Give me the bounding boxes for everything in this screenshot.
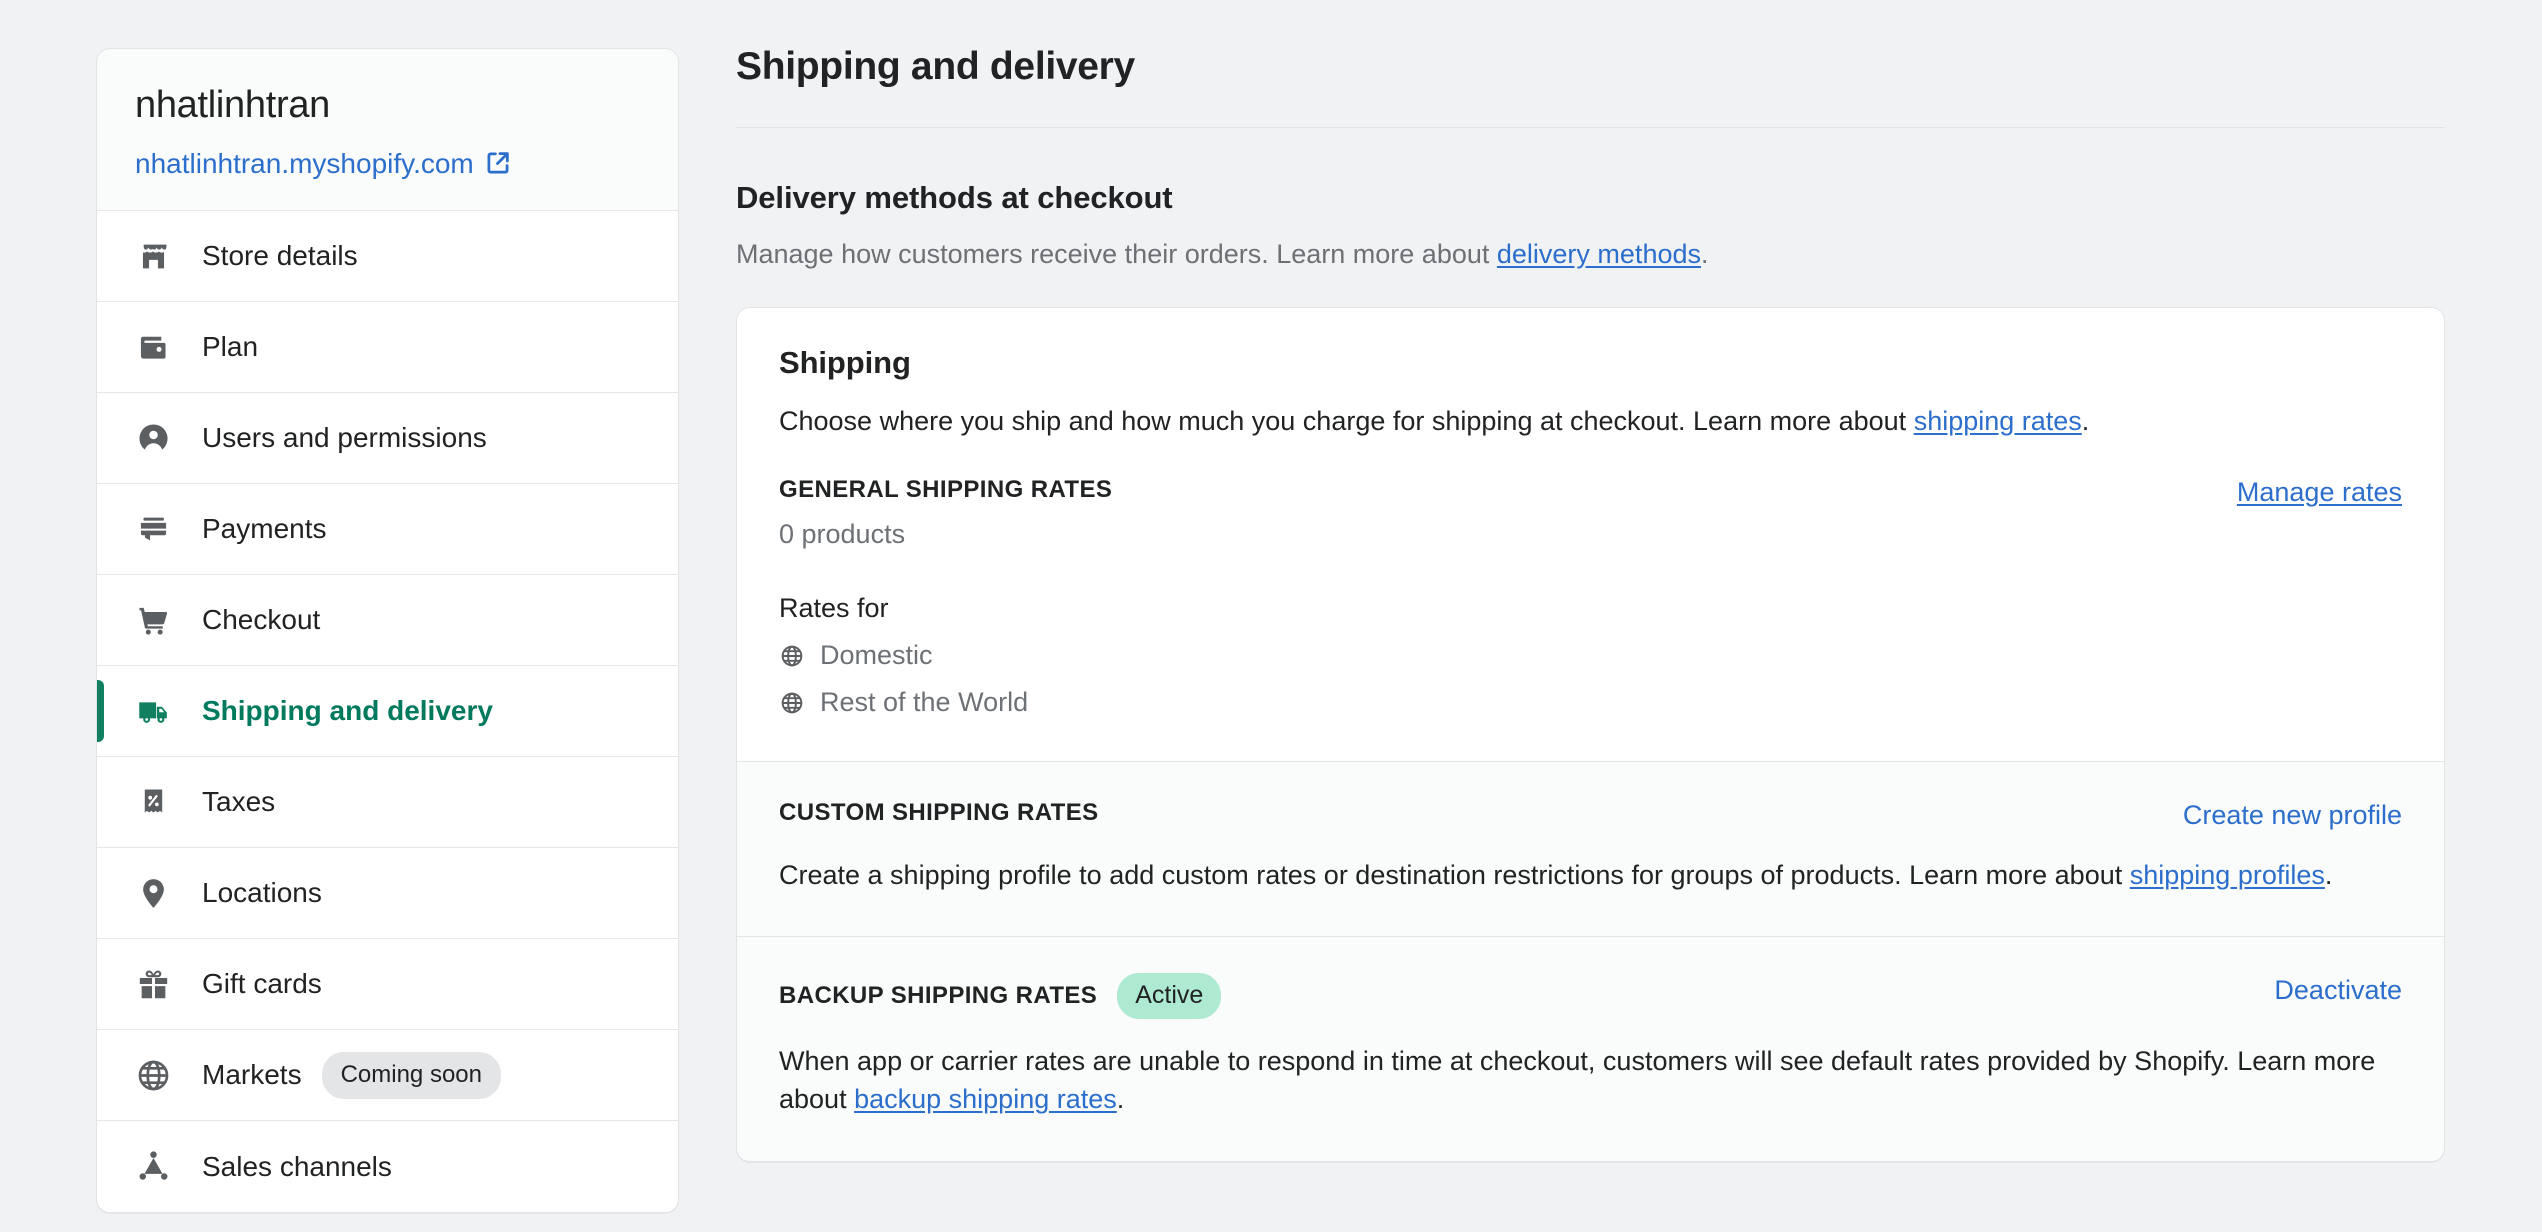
deactivate-link[interactable]: Deactivate [2274, 973, 2402, 1008]
sidebar-item-label: Gift cards [202, 968, 322, 1000]
receipt-percent-icon [135, 784, 172, 821]
custom-shipping-rates-eyebrow: CUSTOM SHIPPING RATES [779, 798, 1099, 826]
custom-shipping-rates-section: CUSTOM SHIPPING RATES Create new profile… [737, 760, 2444, 936]
sidebar-item-label: Sales channels [202, 1150, 392, 1182]
backup-eyebrow-wrap: BACKUP SHIPPING RATES Active [779, 972, 1222, 1019]
create-new-profile-link[interactable]: Create new profile [2183, 798, 2402, 833]
custom-shipping-rates-body-period: . [2324, 859, 2333, 890]
delivery-methods-link[interactable]: delivery methods [1497, 239, 1701, 269]
settings-sidebar-column: nhatlinhtran nhatlinhtran.myshopify.com [0, 0, 680, 1232]
store-url-link[interactable]: nhatlinhtran.myshopify.com [135, 147, 474, 181]
rates-for-label: Rates for [779, 593, 889, 624]
sidebar-item-label: Locations [202, 877, 322, 909]
custom-shipping-rates-body: Create a shipping profile to add custom … [779, 856, 2402, 894]
sidebar-item-label: Plan [202, 331, 259, 363]
sidebar-item-plan[interactable]: Plan [97, 302, 678, 394]
coming-soon-badge: Coming soon [321, 1051, 501, 1099]
delivery-methods-description-text: Manage how customers receive their order… [736, 238, 1497, 269]
store-header: nhatlinhtran nhatlinhtran.myshopify.com [97, 49, 678, 212]
settings-sidebar-card: nhatlinhtran nhatlinhtran.myshopify.com [96, 48, 679, 1214]
rate-zone-name: Rest of the World [820, 687, 1029, 718]
backup-shipping-rates-body: When app or carrier rates are unable to … [779, 1042, 2402, 1119]
backup-shipping-rates-eyebrow: BACKUP SHIPPING RATES [779, 981, 1098, 1009]
sidebar-item-label: Taxes [202, 786, 276, 818]
backup-shipping-rates-section: BACKUP SHIPPING RATES Active Deactivate … [737, 935, 2444, 1161]
manage-rates-link[interactable]: Manage rates [2237, 475, 2402, 510]
shipping-card-title: Shipping [779, 344, 911, 380]
sidebar-item-checkout[interactable]: Checkout [97, 575, 678, 667]
external-link-icon [485, 150, 511, 176]
shipping-card-description-period: . [2081, 405, 2090, 436]
shipping-profiles-link[interactable]: shipping profiles [2130, 860, 2325, 890]
shipping-card-description: Choose where you ship and how much you c… [779, 403, 2402, 439]
user-circle-icon [135, 420, 172, 457]
location-pin-icon [135, 875, 172, 912]
general-shipping-rates-eyebrow: GENERAL SHIPPING RATES [779, 476, 1113, 504]
shipping-card: Shipping Choose where you ship and how m… [736, 306, 2445, 1162]
store-icon [135, 238, 172, 275]
globe-icon [779, 690, 805, 716]
sales-channels-icon [135, 1148, 172, 1185]
wallet-icon [135, 329, 172, 366]
sidebar-item-label: Checkout [202, 604, 321, 636]
rate-zone-name: Domestic [820, 640, 933, 671]
sidebar-item-sales-channels[interactable]: Sales channels [97, 1121, 678, 1213]
sidebar-item-taxes[interactable]: Taxes [97, 757, 678, 849]
status-badge: Active [1117, 972, 1222, 1019]
delivery-methods-description-period: . [1701, 238, 1709, 269]
store-name: nhatlinhtran [135, 84, 330, 126]
title-divider [736, 126, 2445, 128]
page-title: Shipping and delivery [736, 45, 1135, 88]
shipping-rates-link[interactable]: shipping rates [1914, 406, 2082, 436]
globe-icon [779, 643, 805, 669]
sidebar-item-store-details[interactable]: Store details [97, 211, 678, 303]
backup-shipping-rates-link[interactable]: backup shipping rates [854, 1084, 1117, 1114]
shipping-card-description-text: Choose where you ship and how much you c… [779, 405, 1914, 436]
globe-icon [135, 1057, 172, 1094]
general-shipping-rates-info: GENERAL SHIPPING RATES 0 products [779, 475, 1112, 552]
delivery-methods-section-header: Delivery methods at checkout Manage how … [736, 179, 2445, 272]
rate-zone-rest-of-the-world: Rest of the World [779, 685, 2402, 720]
delivery-methods-description: Manage how customers receive their order… [736, 236, 2445, 272]
custom-shipping-rates-body-text: Create a shipping profile to add custom … [779, 859, 2130, 890]
general-products-count: 0 products [779, 519, 906, 550]
sidebar-item-users-and-permissions[interactable]: Users and permissions [97, 393, 678, 485]
rates-for-block: Rates for Domestic Rest of the World [779, 591, 2402, 720]
sidebar-item-label: Markets [202, 1059, 302, 1091]
sidebar-item-label: Payments [202, 513, 327, 545]
settings-page: nhatlinhtran nhatlinhtran.myshopify.com [0, 0, 2542, 1232]
sidebar-item-gift-cards[interactable]: Gift cards [97, 939, 678, 1031]
store-url-row[interactable]: nhatlinhtran.myshopify.com [135, 147, 640, 181]
backup-shipping-rates-body-period: . [1116, 1084, 1125, 1115]
general-shipping-rates-header: GENERAL SHIPPING RATES 0 products Manage… [779, 475, 2402, 552]
backup-shipping-rates-header: BACKUP SHIPPING RATES Active Deactivate [779, 972, 2402, 1019]
sidebar-item-locations[interactable]: Locations [97, 848, 678, 940]
sidebar-item-label: Store details [202, 240, 358, 272]
sidebar-item-label: Users and permissions [202, 422, 487, 454]
sidebar-item-label: Shipping and delivery [202, 695, 493, 727]
shipping-card-top-section: Shipping Choose where you ship and how m… [737, 307, 2444, 761]
delivery-truck-icon [135, 693, 172, 730]
delivery-methods-heading: Delivery methods at checkout [736, 179, 1173, 215]
gift-icon [135, 966, 172, 1003]
custom-shipping-rates-header: CUSTOM SHIPPING RATES Create new profile [779, 798, 2402, 833]
shopping-cart-icon [135, 602, 172, 639]
sidebar-item-shipping-and-delivery[interactable]: Shipping and delivery [97, 666, 678, 758]
sidebar-item-payments[interactable]: Payments [97, 484, 678, 576]
settings-main-column: Shipping and delivery Delivery methods a… [680, 0, 2542, 1232]
rate-zone-domestic: Domestic [779, 638, 2402, 673]
payment-card-icon [135, 511, 172, 548]
sidebar-item-markets[interactable]: Markets Coming soon [97, 1030, 678, 1122]
